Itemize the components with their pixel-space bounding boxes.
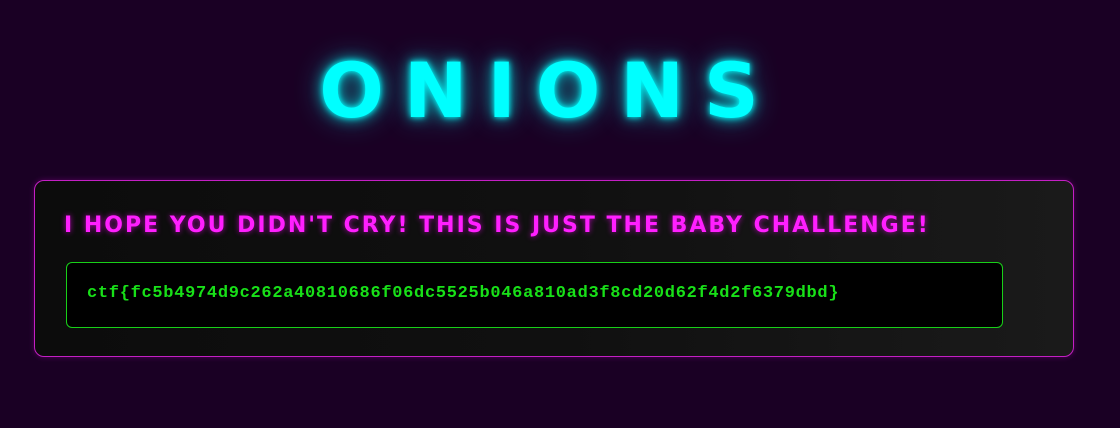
page-title: ONIONS — [319, 46, 779, 135]
flag-box: ctf{fc5b4974d9c262a40810686f06dc5525b046… — [66, 262, 1003, 328]
result-panel: I HOPE YOU DIDN'T CRY! THIS IS JUST THE … — [34, 180, 1074, 357]
message-heading: I HOPE YOU DIDN'T CRY! THIS IS JUST THE … — [64, 213, 930, 238]
flag-text: ctf{fc5b4974d9c262a40810686f06dc5525b046… — [87, 284, 840, 303]
